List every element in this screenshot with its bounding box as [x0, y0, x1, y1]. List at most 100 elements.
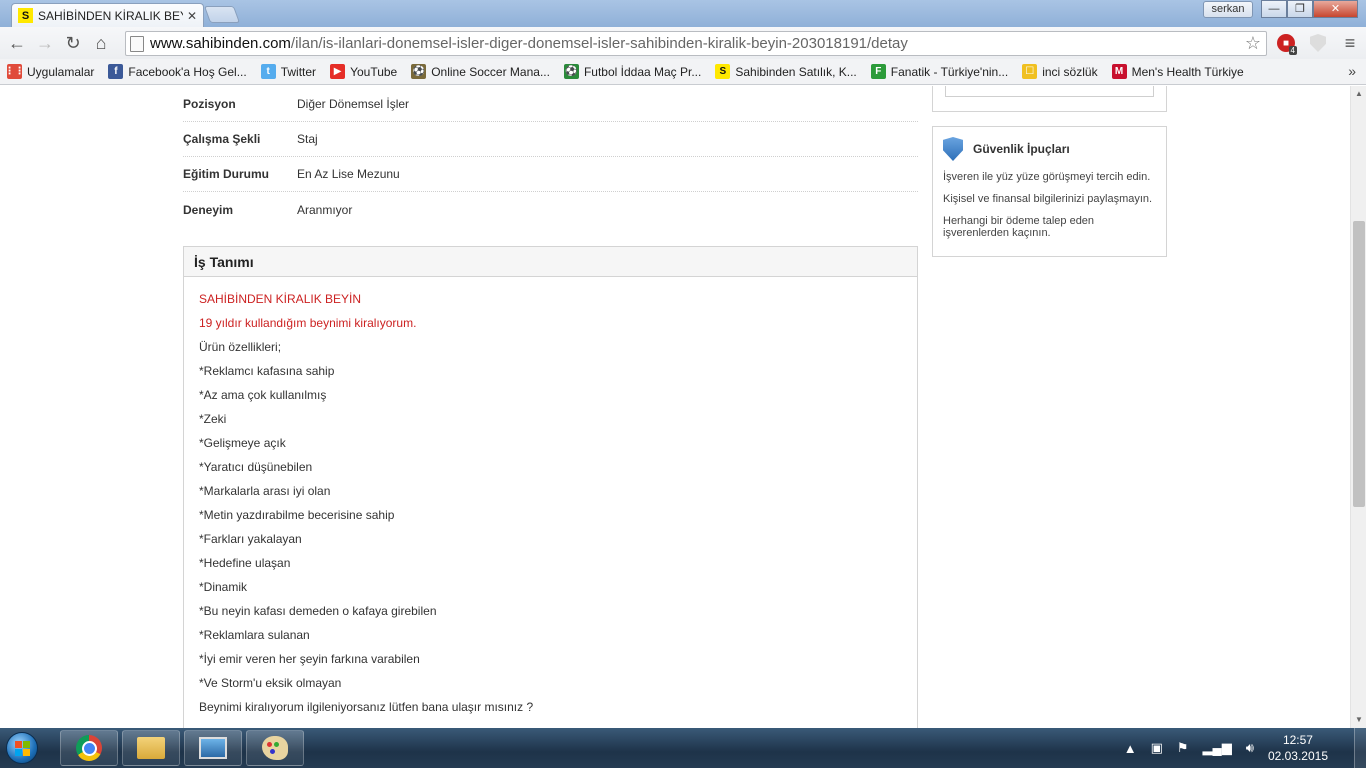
- tab-active[interactable]: S SAHİBİNDEN KİRALIK BEYİN ✕: [11, 3, 204, 27]
- chrome-menu-button[interactable]: ≡: [1338, 31, 1362, 55]
- system-clock[interactable]: 12:57 02.03.2015: [1268, 732, 1328, 764]
- description-line: *İyi emir veren her şeyin farkına varabi…: [199, 652, 420, 666]
- twitter-icon: t: [260, 64, 276, 79]
- tray-device-icon[interactable]: ▣: [1151, 740, 1163, 756]
- bookmark-item[interactable]: ☐ inci sözlük: [1022, 64, 1098, 79]
- scroll-down-arrow-icon[interactable]: ▼: [1351, 712, 1366, 728]
- description-line: *Ve Storm'u eksik olmayan: [199, 676, 342, 690]
- clock-time: 12:57: [1282, 733, 1313, 747]
- bookmarks-overflow-icon[interactable]: »: [1348, 63, 1356, 79]
- taskbar-photo-viewer[interactable]: [184, 730, 242, 766]
- facebook-icon: f: [108, 64, 124, 79]
- scrollbar-thumb[interactable]: [1353, 221, 1365, 507]
- sidebar-top-inner: [945, 86, 1154, 97]
- scroll-up-arrow-icon[interactable]: ▲: [1351, 86, 1366, 102]
- bookmark-star-icon[interactable]: ☆: [1240, 33, 1266, 54]
- taskbar-paint[interactable]: [246, 730, 304, 766]
- bookmark-label: Men's Health Türkiye: [1131, 64, 1244, 79]
- windows-logo-icon: [6, 732, 38, 764]
- show-desktop-button[interactable]: [1354, 728, 1366, 768]
- close-window-button[interactable]: ✕: [1313, 0, 1358, 18]
- start-button[interactable]: [0, 728, 44, 768]
- description-line: *Dinamik: [199, 580, 248, 594]
- bookmark-label: Uygulamalar: [27, 64, 95, 79]
- volume-icon[interactable]: 🔊︎: [1246, 740, 1254, 756]
- home-icon[interactable]: ⌂: [87, 29, 115, 57]
- bookmarks-bar: ⋮⋮ Uygulamalar f Facebook'a Hoş Gel... t Twit…: [0, 59, 1366, 85]
- url-text[interactable]: www.sahibinden.com/ilan/is-ilanlari-done…: [150, 35, 1240, 52]
- detail-label: Deneyim: [183, 202, 234, 217]
- browser-titlebar: S SAHİBİNDEN KİRALIK BEYİN ✕ serkan — ❐ …: [0, 0, 1366, 27]
- browser-toolbar: ← → ↻ ⌂ www.sahibinden.com/ilan/is-ilanl…: [0, 27, 1366, 59]
- adblock-extension[interactable]: ■ 4: [1274, 31, 1298, 55]
- bookmark-item[interactable]: t Twitter: [260, 64, 317, 79]
- taskbar-explorer[interactable]: [122, 730, 180, 766]
- description-line: *Yaratıcı düşünebilen: [199, 460, 313, 474]
- apps-grid-icon: ⋮⋮: [4, 64, 25, 79]
- fanatik-icon: F: [870, 64, 886, 79]
- window-controls: — ❐ ✕: [1261, 0, 1358, 19]
- bookmark-label: inci sözlük: [1042, 64, 1098, 79]
- detail-row-work-type: Çalışma Şekli Staj: [183, 122, 918, 157]
- bookmark-label: Fanatik - Türkiye'nin...: [890, 64, 1009, 79]
- soccer-manager-icon: ⚽: [411, 64, 427, 79]
- safety-tip: Kişisel ve finansal bilgilerinizi paylaş…: [943, 193, 1153, 205]
- new-tab-button[interactable]: [203, 6, 241, 23]
- tab-close-icon[interactable]: ✕: [187, 9, 197, 23]
- minimize-button[interactable]: —: [1261, 0, 1287, 18]
- bookmark-item[interactable]: F Fanatik - Türkiye'nin...: [870, 64, 1009, 79]
- bookmark-label: Facebook'a Hoş Gel...: [128, 64, 247, 79]
- detail-value: Diğer Dönemsel İşler: [297, 96, 410, 111]
- bookmark-label: Twitter: [280, 64, 317, 79]
- clock-date: 02.03.2015: [1267, 749, 1328, 763]
- detail-row-position: Pozisyon Diğer Dönemsel İşler: [183, 86, 918, 122]
- url-path: /ilan/is-ilanlari-donemsel-isler-diger-d…: [290, 35, 908, 52]
- youtube-icon: ▶: [330, 64, 346, 79]
- forward-arrow-icon[interactable]: →: [31, 29, 59, 57]
- system-tray: ▲ ▣ ⚑ ▂▄▆ 🔊︎ 12:57 02.03.2015: [1124, 728, 1366, 768]
- bookmark-item[interactable]: M Men's Health Türkiye: [1111, 64, 1244, 79]
- maximize-button[interactable]: ❐: [1287, 0, 1313, 18]
- taskbar-chrome[interactable]: [60, 730, 118, 766]
- description-line: *Reklamlara sulanan: [199, 628, 310, 642]
- job-description-title: İş Tanımı: [184, 247, 917, 277]
- network-signal-icon[interactable]: ▂▄▆: [1203, 740, 1232, 756]
- detail-row-experience: Deneyim Aranmıyor: [183, 192, 918, 227]
- tray-expand-icon[interactable]: ▲: [1124, 741, 1137, 756]
- safety-tip: İşveren ile yüz yüze görüşmeyi tercih ed…: [943, 171, 1151, 183]
- safety-tips-panel: Güvenlik İpuçları İşveren ile yüz yüze g…: [932, 126, 1167, 257]
- listing-details-table: Pozisyon Diğer Dönemsel İşler Çalışma Şe…: [183, 86, 918, 227]
- address-bar[interactable]: www.sahibinden.com/ilan/is-ilanlari-done…: [125, 31, 1267, 56]
- job-description-box: İş Tanımı SAHİBİNDEN KİRALIK BEYİN 19 yıl…: [183, 246, 918, 728]
- description-line: *Gelişmeye açık: [199, 436, 286, 450]
- detail-value: Staj: [297, 132, 318, 146]
- sidebar-top-panel: [932, 86, 1167, 112]
- bookmark-item[interactable]: ⚽ Online Soccer Mana...: [411, 64, 550, 79]
- bookmark-item[interactable]: S Sahibinden Satılık, K...: [715, 64, 857, 79]
- description-line: Beynimi kiralıyorum ilgileniyorsanız lüt…: [199, 700, 534, 714]
- bookmark-item[interactable]: ⚽ Futbol İddaa Maç Pr...: [563, 64, 701, 79]
- sahibinden-favicon-icon: S: [18, 8, 33, 23]
- tab-title: SAHİBİNDEN KİRALIK BEYİN: [38, 8, 183, 23]
- bookmark-item[interactable]: ▶ YouTube: [330, 64, 397, 79]
- back-arrow-icon[interactable]: ←: [3, 29, 31, 57]
- shield-extension[interactable]: [1306, 31, 1330, 55]
- safety-tips-title: Güvenlik İpuçları: [973, 142, 1070, 156]
- bookmark-item[interactable]: f Facebook'a Hoş Gel...: [108, 64, 247, 79]
- action-center-flag-icon[interactable]: ⚑: [1177, 740, 1189, 756]
- detail-label: Pozisyon: [183, 96, 236, 111]
- profile-user-badge[interactable]: serkan: [1203, 1, 1253, 18]
- extension-icons: ■ 4 ≡: [1274, 31, 1366, 55]
- page-icon: [130, 35, 144, 52]
- description-line: *Bu neyin kafası demeden o kafaya girebi…: [199, 604, 437, 618]
- safety-tip: Herhangi bir ödeme talep eden işverenler…: [943, 215, 1095, 239]
- windows-taskbar: ▲ ▣ ⚑ ▂▄▆ 🔊︎ 12:57 02.03.2015: [0, 728, 1366, 768]
- description-line: *Farkları yakalayan: [199, 532, 302, 546]
- description-line: *Zeki: [199, 412, 227, 426]
- bookmark-item[interactable]: ⋮⋮ Uygulamalar: [4, 64, 95, 79]
- description-line: 19 yıldır kullandığım beynimi kiralıyoru…: [199, 316, 417, 330]
- page-scrollbar[interactable]: ▲ ▼: [1350, 86, 1366, 728]
- detail-row-education: Eğitim Durumu En Az Lise Mezunu: [183, 157, 918, 192]
- security-shield-icon: [943, 137, 963, 161]
- reload-icon[interactable]: ↻: [59, 29, 87, 57]
